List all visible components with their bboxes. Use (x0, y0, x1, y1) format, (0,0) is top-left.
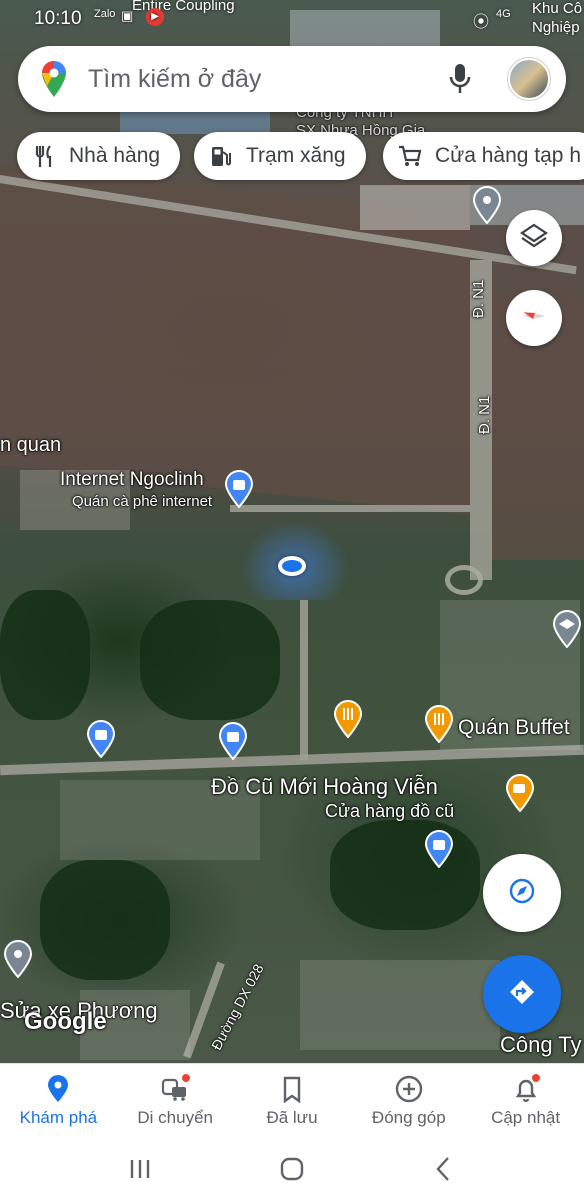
restaurant-pin-icon[interactable] (333, 700, 363, 738)
chip-label: Nhà hàng (69, 144, 161, 167)
road-label-n1-top: Đ. N1 (470, 279, 487, 318)
chip-gas-stations[interactable]: Trạm xăng (194, 132, 366, 180)
recents-icon[interactable] (120, 1151, 160, 1187)
school-pin-icon[interactable] (552, 610, 582, 648)
shop-pin-icon[interactable] (218, 722, 248, 760)
chip-label: Trạm xăng (246, 144, 346, 167)
layers-icon (519, 221, 549, 256)
my-location-icon (507, 876, 537, 911)
compass-icon (519, 301, 549, 336)
nav-saved[interactable]: Đã lưu (234, 1064, 351, 1139)
commute-badge (180, 1073, 191, 1083)
search-bar[interactable]: Tìm kiếm ở đây (18, 46, 566, 112)
shop-pin-icon[interactable] (424, 830, 454, 868)
mic-icon[interactable] (448, 62, 472, 96)
place-label-do-cu[interactable]: Đồ Cũ Mới Hoàng Viễn (211, 774, 438, 800)
status-bar: 10:10 Entire Coupling Zalo ▣ ▶ ⦿ 4G Khu … (0, 0, 584, 36)
status-time: 10:10 (34, 8, 82, 29)
nav-label: Đã lưu (266, 1108, 318, 1127)
add-circle-icon (394, 1074, 424, 1104)
back-icon[interactable] (424, 1151, 464, 1187)
bottom-navigation: Khám phá Di chuyển Đã lưu Đóng góp Cập n… (0, 1063, 584, 1139)
place-label-internet[interactable]: Internet Ngoclinh (60, 469, 204, 491)
map-label-left-cut: n quan (0, 434, 62, 456)
explore-pin-icon (43, 1074, 73, 1104)
pin-icon[interactable] (3, 940, 33, 978)
place-label-buffet[interactable]: Quán Buffet (458, 716, 570, 740)
place-sublabel-do-cu: Cửa hàng đồ cũ (325, 801, 455, 821)
layers-button[interactable] (506, 210, 562, 266)
chip-restaurants[interactable]: Nhà hàng (17, 132, 181, 180)
nav-label: Di chuyển (137, 1108, 213, 1127)
shop-pin-icon[interactable] (86, 720, 116, 758)
network-label: 4G (496, 8, 511, 20)
cafe-pin-icon[interactable] (505, 774, 535, 812)
nav-explore[interactable]: Khám phá (0, 1064, 117, 1139)
system-navigation-bar (0, 1139, 584, 1200)
account-avatar[interactable] (508, 58, 550, 100)
gas-station-icon (208, 143, 234, 169)
place-label-cong-ty[interactable]: Công Ty (500, 1032, 582, 1058)
google-logo: Google (24, 1008, 107, 1035)
google-maps-logo-icon (40, 60, 68, 98)
location-status-icon: ⦿ (473, 14, 490, 31)
nav-updates[interactable]: Cập nhật (467, 1064, 584, 1139)
directions-button[interactable] (483, 955, 561, 1033)
nav-label: Khám phá (19, 1108, 98, 1127)
compass-button[interactable] (506, 290, 562, 346)
my-location-dot (278, 556, 306, 576)
nav-commute[interactable]: Di chuyển (117, 1064, 234, 1139)
gallery-icon: ▣ (121, 8, 134, 23)
my-location-button[interactable] (483, 854, 561, 932)
place-sublabel-internet: Quán cà phê internet (72, 493, 213, 510)
chip-label: Cửa hàng tạp h (435, 144, 581, 167)
zalo-icon: Zalo (94, 8, 116, 20)
youtube-icon: ▶ (146, 8, 164, 26)
shopping-cart-icon (397, 143, 423, 169)
restaurant-pin-icon[interactable] (424, 705, 454, 743)
nav-contribute[interactable]: Đóng góp (350, 1064, 467, 1139)
directions-icon (507, 977, 537, 1012)
home-icon[interactable] (272, 1151, 312, 1187)
nav-label: Cập nhật (491, 1108, 561, 1127)
road-label-n1-mid: Đ. N1 (476, 395, 493, 434)
chip-convenience-stores[interactable]: Cửa hàng tạp h (383, 132, 584, 180)
pin-icon[interactable] (472, 186, 502, 224)
restaurant-icon (31, 143, 57, 169)
bookmark-icon (277, 1074, 307, 1104)
search-input[interactable]: Tìm kiếm ở đây (88, 65, 261, 94)
status-top-label-right: Khu Cô Nghiệp (532, 0, 583, 36)
nav-label: Đóng góp (371, 1108, 446, 1127)
shop-pin-icon[interactable] (224, 470, 254, 508)
